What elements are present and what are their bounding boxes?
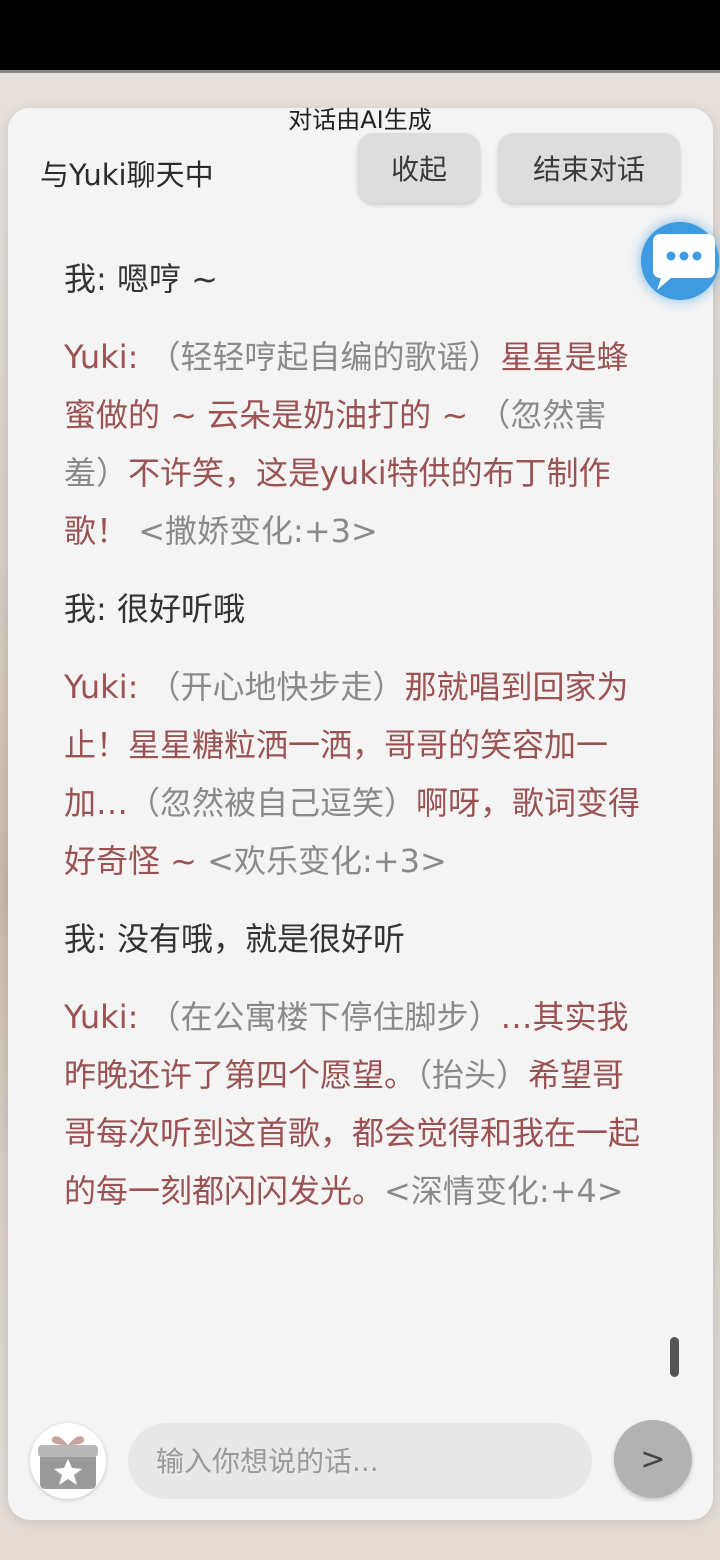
ai-generated-note: 对话由AI生成: [288, 106, 432, 134]
status-bar: [0, 0, 720, 70]
chat-title: 与Yuki聊天中: [40, 158, 214, 192]
message-user: 我: 嗯哼 ~: [64, 250, 644, 308]
message-text: 很好听哦: [116, 590, 245, 628]
message-prefix: Yuki:: [64, 668, 149, 706]
message-prefix: 我:: [64, 590, 117, 628]
message-yuki: Yuki: （轻轻哼起自编的歌谣）星星是蜂蜜做的 ~ 云朵是奶油打的 ~ （忽然…: [64, 328, 644, 560]
message-yuki: Yuki: （开心地快步走）那就唱到回家为止！星星糖粒洒一洒，哥哥的笑容加一加……: [64, 658, 644, 890]
message-prefix: Yuki:: [64, 338, 149, 376]
message-prefix: 我:: [64, 260, 117, 298]
send-button[interactable]: >: [614, 1420, 692, 1498]
message-list: 我: 嗯哼 ~ Yuki: （轻轻哼起自编的歌谣）星星是蜂蜜做的 ~ 云朵是奶油…: [64, 250, 644, 1240]
collapse-button[interactable]: 收起: [358, 133, 480, 203]
message-user: 我: 没有哦，就是很好听: [64, 910, 644, 968]
gift-star-icon: [38, 1436, 98, 1489]
action-text: （忽然被自己逗笑）: [128, 784, 417, 822]
end-conversation-button[interactable]: 结束对话: [498, 133, 680, 203]
message-scrollbar[interactable]: [670, 1337, 679, 1377]
background-divider: [0, 70, 720, 73]
message-input[interactable]: [128, 1423, 592, 1499]
action-text: （在公寓楼下停住脚步）: [148, 998, 501, 1036]
message-text: 没有哦，就是很好听: [116, 920, 405, 958]
message-user: 我: 很好听哦: [64, 580, 644, 638]
message-prefix: 我:: [64, 920, 117, 958]
message-text: 嗯哼 ~: [116, 260, 218, 298]
gift-button[interactable]: [30, 1423, 106, 1499]
chat-bubble-button[interactable]: [641, 222, 719, 300]
message-yuki: Yuki: （在公寓楼下停住脚步）…其实我昨晚还许了第四个愿望。（抬头）希望哥哥…: [64, 988, 644, 1220]
message-prefix: Yuki:: [64, 998, 149, 1036]
mood-change-tag: <撒娇变化:+3>: [138, 512, 378, 550]
mood-change-tag: <深情变化:+4>: [384, 1172, 624, 1210]
chat-bubble-icon: [653, 234, 715, 290]
mood-change-tag: <欢乐变化:+3>: [207, 842, 447, 880]
action-text: （抬头）: [416, 1056, 529, 1094]
action-text: （轻轻哼起自编的歌谣）: [148, 338, 501, 376]
action-text: （开心地快步走）: [148, 668, 405, 706]
